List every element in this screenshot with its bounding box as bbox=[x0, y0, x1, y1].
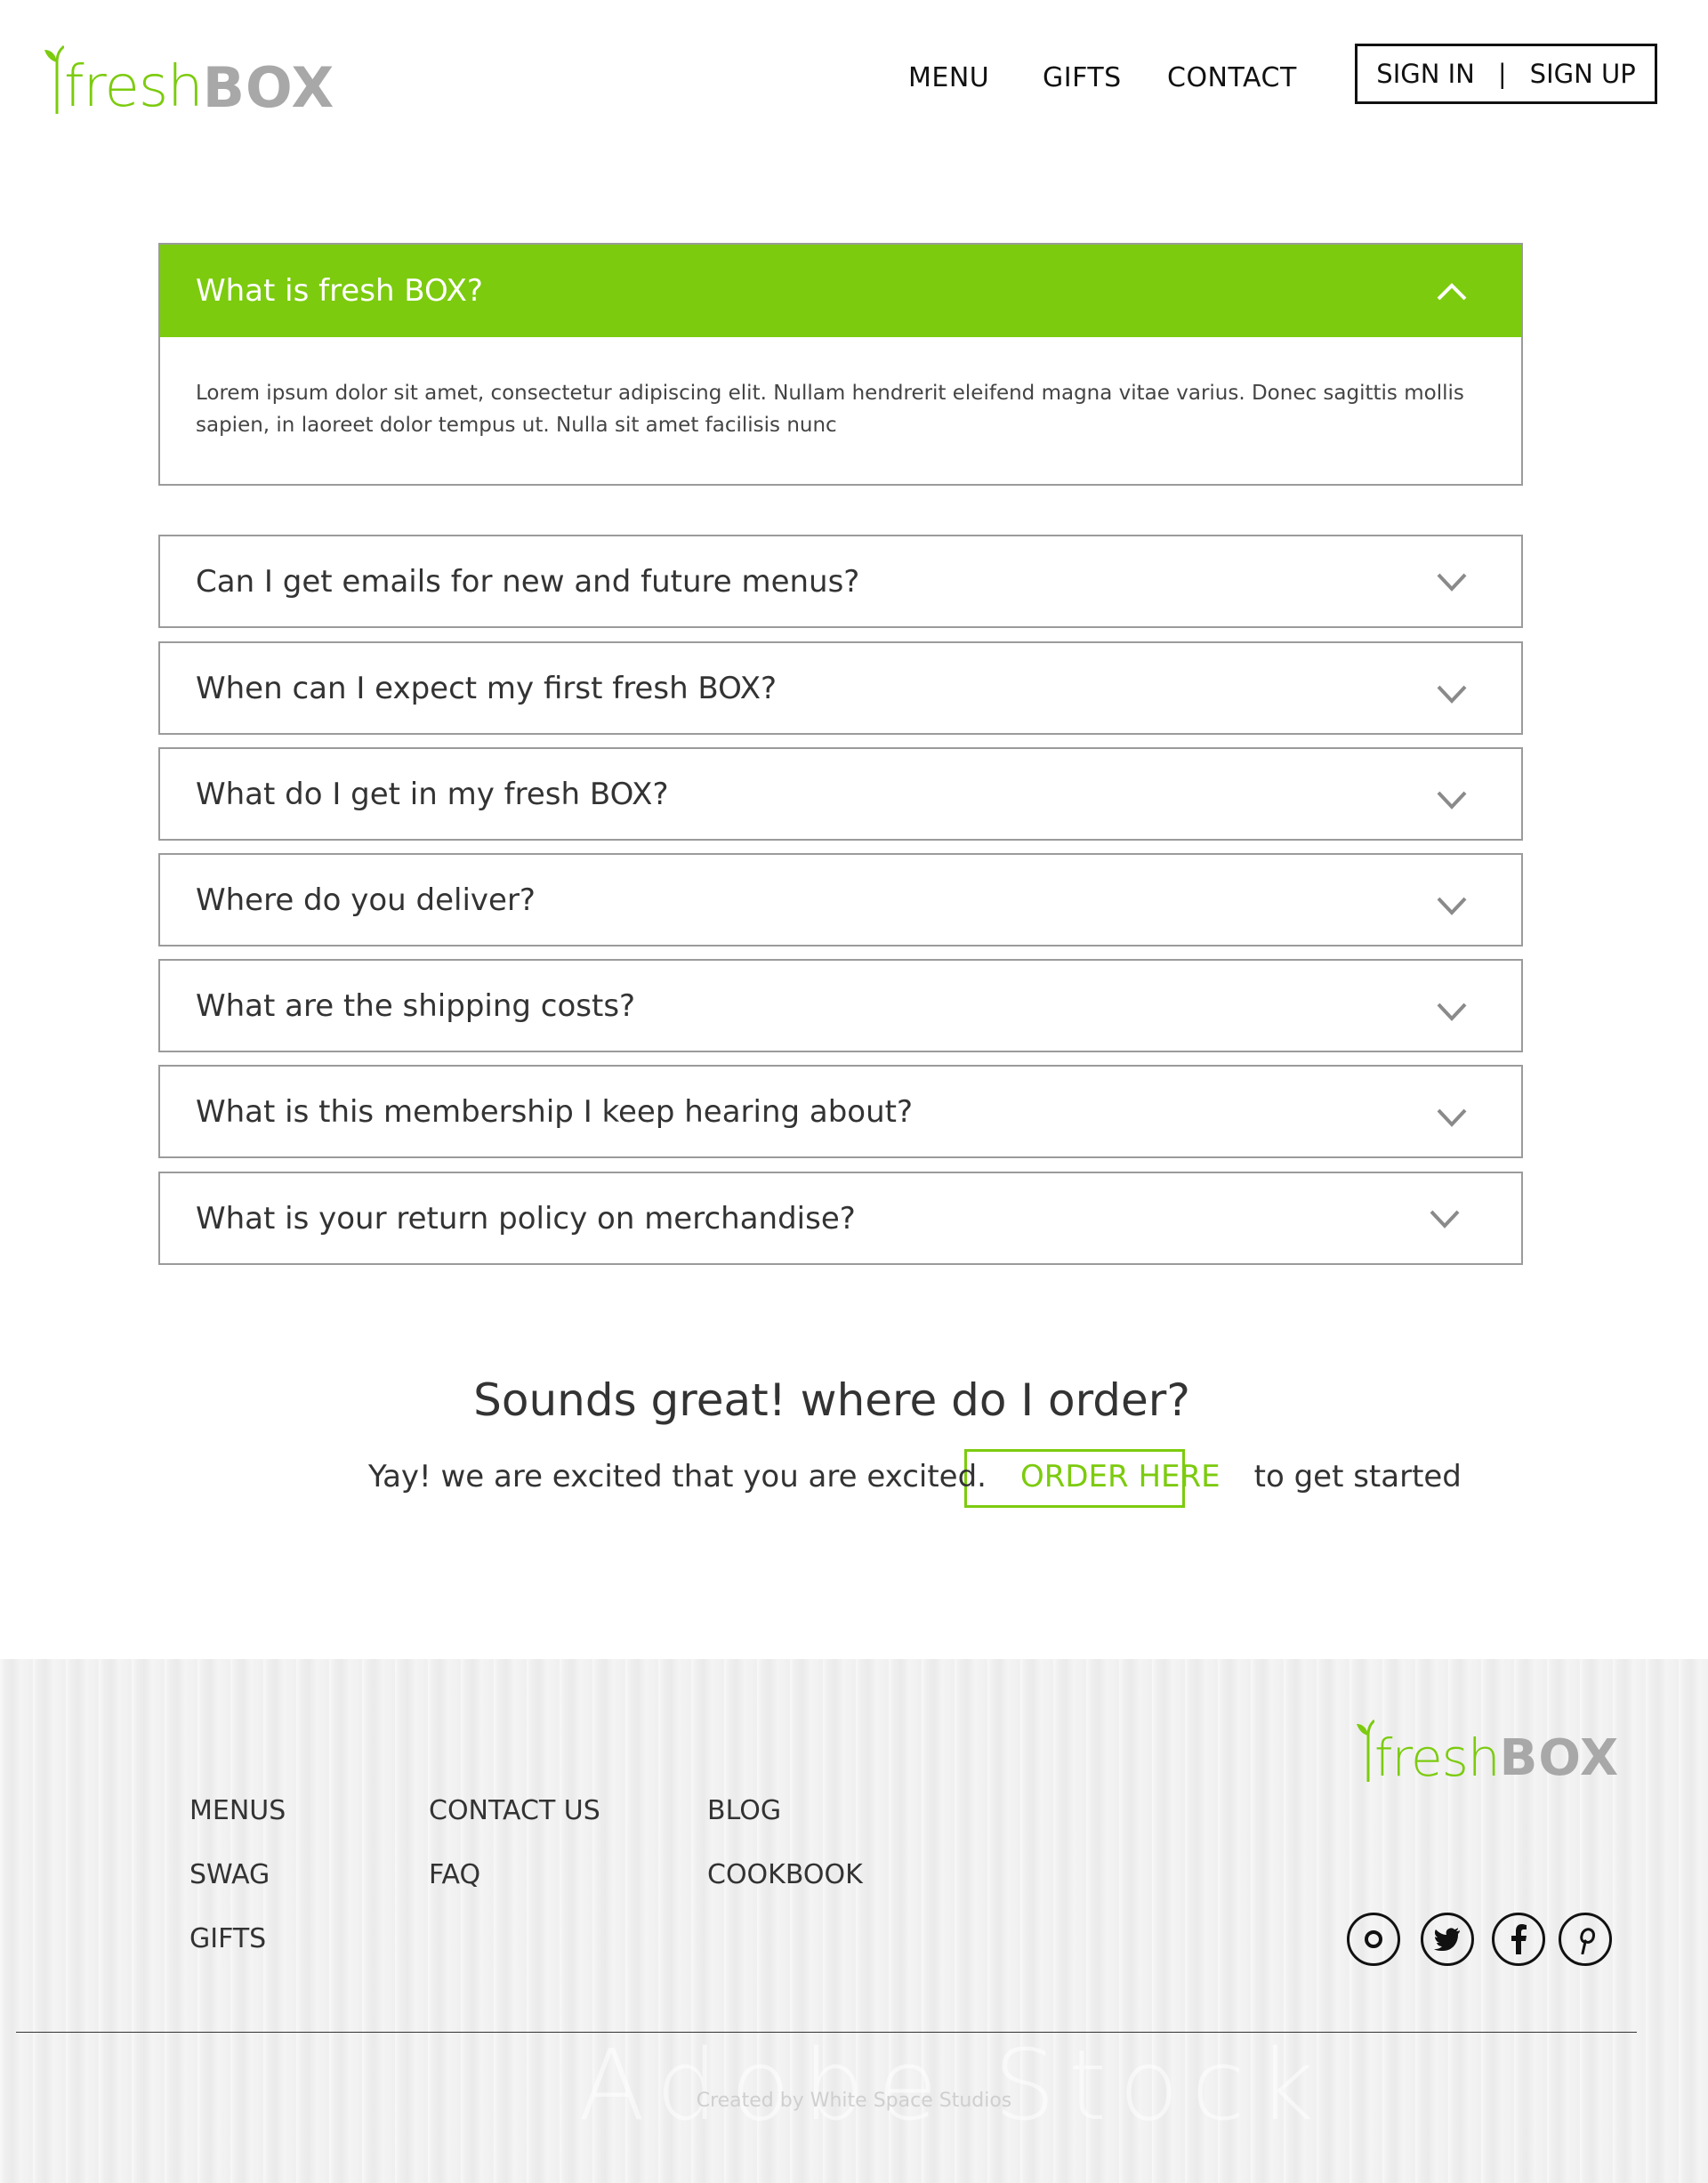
chevron-down-icon bbox=[1437, 1003, 1467, 1021]
chevron-down-icon bbox=[1437, 897, 1467, 915]
cta-title: Sounds great! where do I order? bbox=[473, 1374, 1190, 1426]
logo-box-text: BOX bbox=[202, 55, 335, 120]
facebook-icon bbox=[1511, 1924, 1527, 1954]
chevron-down-icon bbox=[1437, 685, 1467, 704]
sprout-icon bbox=[1357, 1719, 1374, 1782]
faq-item[interactable]: Can I get emails for new and future menu… bbox=[158, 535, 1523, 628]
faq-open-header[interactable]: What is fresh BOX? bbox=[160, 245, 1521, 337]
footer-link-gifts[interactable]: GIFTS bbox=[189, 1923, 266, 1954]
footer-link-swag[interactable]: SWAG bbox=[189, 1859, 270, 1890]
faq-item[interactable]: What is your return policy on merchandis… bbox=[158, 1172, 1523, 1265]
sign-up-link[interactable]: SIGN UP bbox=[1530, 59, 1636, 89]
faq-item[interactable]: What do I get in my fresh BOX? bbox=[158, 747, 1523, 841]
pinterest-icon bbox=[1580, 1928, 1595, 1954]
faq-question: What is your return policy on merchandis… bbox=[196, 1200, 856, 1236]
footer-link-faq[interactable]: FAQ bbox=[429, 1859, 480, 1890]
faq-question: What is this membership I keep hearing a… bbox=[196, 1093, 914, 1130]
sprout-icon bbox=[44, 44, 64, 114]
chevron-down-icon bbox=[1430, 1210, 1460, 1228]
facebook-button[interactable] bbox=[1492, 1913, 1545, 1966]
footer-link-cookbook[interactable]: COOKBOOK bbox=[707, 1859, 863, 1890]
cta-lead: Yay! we are excited that you are excited… bbox=[368, 1459, 987, 1494]
nav-gifts[interactable]: GIFTS bbox=[1043, 62, 1122, 93]
twitter-icon bbox=[1434, 1928, 1460, 1951]
faq-open-question: What is fresh BOX? bbox=[196, 273, 483, 309]
nav-contact[interactable]: CONTACT bbox=[1167, 62, 1297, 93]
chevron-down-icon bbox=[1437, 1108, 1467, 1127]
logo-fresh-text: fresh bbox=[64, 54, 204, 120]
instagram-icon bbox=[1365, 1930, 1382, 1948]
footer-credit: Created by White Space Studios bbox=[696, 2090, 1012, 2112]
auth-box: SIGN IN | SIGN UP bbox=[1355, 44, 1657, 104]
nav-menu[interactable]: MENU bbox=[908, 62, 989, 93]
header-logo[interactable]: fresh BOX bbox=[44, 36, 334, 116]
chevron-down-icon bbox=[1437, 573, 1467, 592]
order-here-button[interactable]: ORDER HERE bbox=[1020, 1459, 1221, 1494]
logo-box-text: BOX bbox=[1499, 1729, 1620, 1787]
watermark: Adobe Stock bbox=[578, 2028, 1327, 2142]
pinterest-button[interactable] bbox=[1559, 1913, 1612, 1966]
auth-separator: | bbox=[1497, 59, 1507, 89]
chevron-up-icon bbox=[1437, 283, 1467, 301]
cta-trail: to get started bbox=[1253, 1459, 1462, 1494]
faq-question: Where do you deliver? bbox=[196, 882, 536, 918]
instagram-button[interactable] bbox=[1347, 1913, 1400, 1966]
faq-question: What are the shipping costs? bbox=[196, 987, 636, 1024]
faq-item[interactable]: When can I expect my first fresh BOX? bbox=[158, 641, 1523, 735]
faq-question: What do I get in my fresh BOX? bbox=[196, 776, 669, 812]
faq-item-open: What is fresh BOX? Lorem ipsum dolor sit… bbox=[158, 243, 1523, 486]
footer-divider bbox=[16, 2032, 1637, 2033]
logo-fresh-text: fresh bbox=[1374, 1728, 1501, 1788]
faq-open-answer: Lorem ipsum dolor sit amet, consectetur … bbox=[196, 382, 1464, 437]
twitter-button[interactable] bbox=[1421, 1913, 1474, 1966]
cta-line: Yay! we are excited that you are excited… bbox=[368, 1459, 1462, 1494]
faq-item[interactable]: Where do you deliver? bbox=[158, 853, 1523, 947]
faq-question: Can I get emails for new and future menu… bbox=[196, 563, 860, 600]
chevron-down-icon bbox=[1437, 791, 1467, 810]
sign-in-link[interactable]: SIGN IN bbox=[1376, 59, 1475, 89]
footer-link-blog[interactable]: BLOG bbox=[707, 1795, 781, 1826]
faq-item[interactable]: What are the shipping costs? bbox=[158, 959, 1523, 1052]
faq-question: When can I expect my first fresh BOX? bbox=[196, 670, 777, 706]
faq-item[interactable]: What is this membership I keep hearing a… bbox=[158, 1065, 1523, 1158]
footer-logo[interactable]: fresh BOX bbox=[1357, 1712, 1619, 1784]
footer-link-contact-us[interactable]: CONTACT US bbox=[429, 1795, 600, 1826]
footer-link-menus[interactable]: MENUS bbox=[189, 1795, 286, 1826]
